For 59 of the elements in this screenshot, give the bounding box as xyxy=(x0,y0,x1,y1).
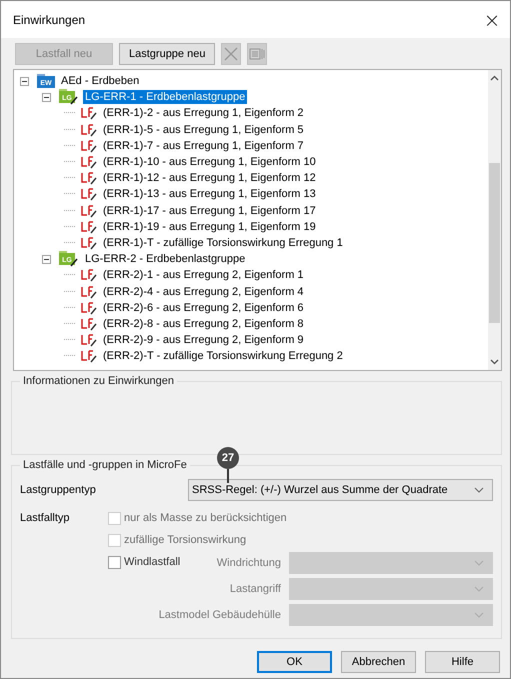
load-case-icon xyxy=(81,155,97,170)
checkbox-label: nur als Masse zu berücksichtigen xyxy=(124,512,287,524)
scrollbar[interactable] xyxy=(488,70,501,370)
tree-item[interactable]: (ERR-2)-9 - aus Erregung 2, Eigenform 9 xyxy=(101,333,306,348)
scroll-thumb[interactable] xyxy=(489,163,500,323)
tree-item[interactable]: (ERR-1)-12 - aus Erregung 1, Eigenform 12 xyxy=(101,171,318,186)
tree-item[interactable]: (ERR-2)-T - zufällige Torsionswirkung Erregung 2 xyxy=(101,349,345,364)
checkbox-label: zufällige Torsionswirkung xyxy=(124,534,246,546)
collapse-toggle-icon[interactable] xyxy=(20,76,31,86)
dialog-button[interactable]: OK xyxy=(257,651,332,673)
tree-item[interactable]: LG-ERR-1 - Erdbebenlastgruppe xyxy=(83,90,248,104)
load-case-icon xyxy=(81,204,97,218)
load-case-icon xyxy=(81,284,97,299)
callout-badge: 27 xyxy=(217,447,239,469)
field-label: Lastgruppentyp xyxy=(20,484,97,496)
load-case-icon xyxy=(81,349,97,364)
new-item-button[interactable]: Lastgruppe neu xyxy=(119,43,216,65)
scroll-up-icon[interactable] xyxy=(490,75,499,81)
tree-item[interactable]: (ERR-2)-6 - aus Erregung 2, Eigenform 6 xyxy=(101,300,306,315)
dialog-button[interactable]: Abbrechen xyxy=(341,651,416,673)
load-case-icon xyxy=(81,300,97,315)
tree-item[interactable]: AEd - Erdbeben xyxy=(59,74,142,88)
tree-item[interactable]: (ERR-2)-8 - aus Erregung 2, Eigenform 8 xyxy=(101,316,306,331)
field-label: Lastfalltyp xyxy=(20,511,71,526)
field-label: Lastangriff xyxy=(230,582,281,594)
checkbox[interactable] xyxy=(108,556,121,568)
tree-item[interactable]: (ERR-2)-1 - aus Erregung 2, Eigenform 1 xyxy=(101,268,306,282)
close-button[interactable]: × xyxy=(474,4,510,34)
tree-item[interactable]: (ERR-2)-4 - aus Erregung 2, Eigenform 4 xyxy=(101,284,306,299)
tree-item[interactable]: (ERR-1)-5 - aus Erregung 1, Eigenform 5 xyxy=(101,122,306,137)
tree-item[interactable]: (ERR-1)-7 - aus Erregung 1, Eigenform 7 xyxy=(101,138,306,153)
load-case-icon xyxy=(81,236,97,250)
load-group-type-dropdown[interactable]: SRSS-Regel: (+/-) Wurzel aus Summe der Quadrate xyxy=(188,479,493,501)
collapse-toggle-icon[interactable] xyxy=(42,92,53,102)
load-case-icon xyxy=(81,138,97,153)
tree-item[interactable]: (ERR-1)-10 - aus Erregung 1, Eigenform 10 xyxy=(101,155,318,170)
tree-item[interactable]: (ERR-1)-17 - aus Erregung 1, Eigenform 17 xyxy=(101,204,318,218)
collapse-toggle-icon[interactable] xyxy=(42,254,53,264)
tree-item[interactable]: (ERR-1)-13 - aus Erregung 1, Eigenform 13 xyxy=(101,187,318,202)
load-case-icon xyxy=(81,106,97,120)
field-label: Lastmodel Gebäudehülle xyxy=(158,608,281,620)
group-title: Informationen zu Einwirkungen xyxy=(22,375,176,387)
load-case-icon xyxy=(81,187,97,202)
tree-item[interactable]: (ERR-1)-2 - aus Erregung 1, Eigenform 2 xyxy=(101,106,306,120)
window-title: Einwirkungen xyxy=(13,12,86,26)
load-case-icon xyxy=(81,122,97,137)
checkbox-label: Windlastfall xyxy=(124,556,180,568)
tree-item[interactable]: (ERR-1)-T - zufällige Torsionswirkung Erregung 1 xyxy=(101,236,345,250)
field-label: Windrichtung xyxy=(216,556,281,568)
tree-item[interactable]: LG-ERR-2 - Erdbebenlastgruppe xyxy=(83,252,248,266)
dialog-button[interactable]: Hilfe xyxy=(425,651,500,673)
load-case-icon xyxy=(81,333,97,348)
load-case-icon xyxy=(81,316,97,331)
scroll-down-icon[interactable] xyxy=(490,359,499,365)
group-title: Lastfälle und -gruppen in MicroFe xyxy=(22,459,188,471)
load-case-icon xyxy=(81,268,97,282)
load-case-icon xyxy=(81,220,97,234)
tree-item[interactable]: (ERR-1)-19 - aus Erregung 1, Eigenform 19 xyxy=(101,220,318,234)
load-case-icon xyxy=(81,171,97,186)
